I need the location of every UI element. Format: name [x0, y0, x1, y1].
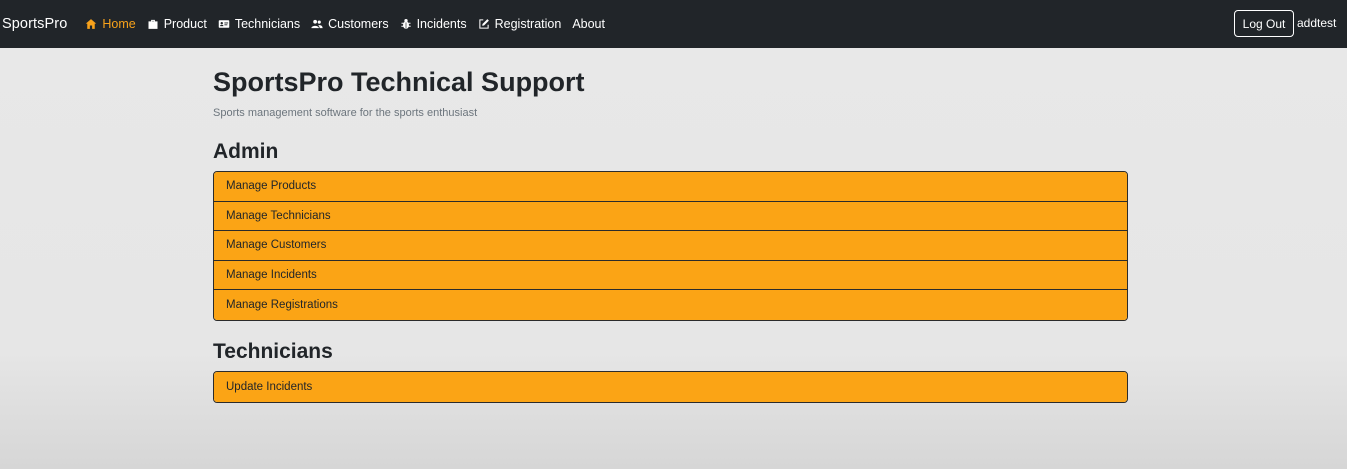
- nav-product[interactable]: Product: [147, 17, 207, 31]
- edit-icon: [478, 18, 490, 30]
- nav-about[interactable]: About: [572, 17, 605, 31]
- technicians-heading: Technicians: [213, 340, 333, 363]
- briefcase-icon: [147, 18, 159, 30]
- page-title: SportsPro Technical Support: [213, 67, 585, 97]
- nav-about-label: About: [572, 17, 605, 31]
- nav-product-label: Product: [163, 17, 207, 31]
- list-item-manage-registrations[interactable]: Manage Registrations: [214, 290, 1127, 320]
- page-subtitle: Sports management software for the sport…: [213, 107, 478, 119]
- list-item-manage-technicians[interactable]: Manage Technicians: [214, 201, 1127, 232]
- nav-incidents-label: Incidents: [416, 17, 467, 31]
- nav-links: Home Product Technicians Customers Incid…: [85, 17, 616, 31]
- nav-technicians-label: Technicians: [234, 17, 301, 31]
- nav-technicians[interactable]: Technicians: [218, 17, 300, 31]
- admin-heading: Admin: [213, 140, 279, 163]
- nav-registration-label: Registration: [494, 17, 562, 31]
- top-navbar: SportsPro Home Product Technicians Custo…: [0, 0, 1347, 48]
- home-icon: [85, 18, 97, 30]
- list-item-update-incidents[interactable]: Update Incidents: [214, 372, 1127, 402]
- nav-registration[interactable]: Registration: [478, 17, 562, 31]
- technicians-list: Update Incidents: [213, 371, 1128, 403]
- nav-customers-label: Customers: [328, 17, 389, 31]
- brand-logo-link[interactable]: SportsPro: [2, 16, 67, 32]
- nav-customers[interactable]: Customers: [311, 17, 389, 31]
- nav-home-label: Home: [102, 17, 136, 31]
- id-card-icon: [218, 18, 230, 30]
- bug-icon: [400, 18, 412, 30]
- logout-button[interactable]: Log Out: [1234, 10, 1294, 37]
- admin-list: Manage Products Manage Technicians Manag…: [213, 171, 1128, 321]
- nav-home[interactable]: Home: [85, 17, 136, 31]
- list-item-manage-customers[interactable]: Manage Customers: [214, 231, 1127, 261]
- list-item-manage-incidents[interactable]: Manage Incidents: [214, 260, 1127, 291]
- nav-incidents[interactable]: Incidents: [400, 17, 467, 31]
- list-item-manage-products[interactable]: Manage Products: [214, 172, 1127, 202]
- users-icon: [311, 18, 323, 30]
- username-label: addtest: [1297, 16, 1337, 30]
